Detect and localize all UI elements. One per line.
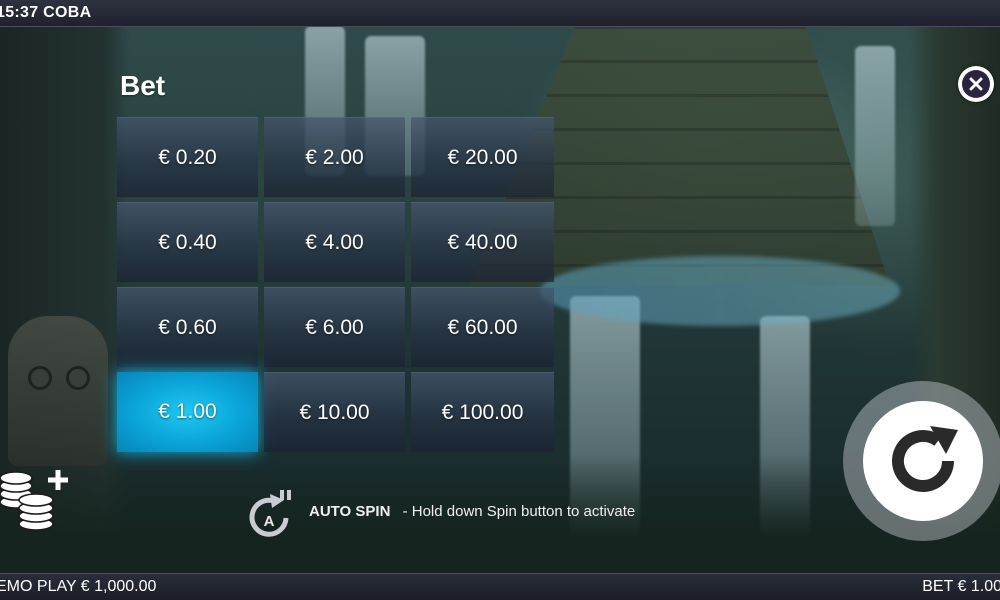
bet-options-grid: € 0.20 € 2.00 € 20.00 € 0.40 € 4.00 € 40… <box>117 117 554 452</box>
coins-add-icon <box>0 470 68 531</box>
close-button-inner <box>962 70 990 98</box>
totem-eye <box>28 366 52 390</box>
river-decoration <box>540 256 900 326</box>
bet-option-0-60[interactable]: € 0.60 <box>117 287 258 367</box>
bet-option-60-00[interactable]: € 60.00 <box>411 287 554 367</box>
waterfall-decoration <box>855 46 895 226</box>
close-icon <box>969 77 983 91</box>
totem-decoration <box>8 316 108 466</box>
status-text: 15:37 COBA <box>0 4 91 22</box>
spin-button[interactable] <box>843 381 1000 541</box>
autospin-icon: A <box>249 490 291 537</box>
game-name: COBA <box>43 4 92 21</box>
balance-text: EMO PLAY € 1,000.00 <box>0 578 157 595</box>
autospin-info: AUTO SPIN - Hold down Spin button to act… <box>309 503 635 520</box>
current-bet-text: BET € 1.00 <box>922 578 1000 595</box>
bet-option-6-00[interactable]: € 6.00 <box>264 287 405 367</box>
clock-time: 15:37 <box>0 4 39 21</box>
bet-option-10-00[interactable]: € 10.00 <box>264 372 405 452</box>
bet-option-20-00[interactable]: € 20.00 <box>411 117 554 197</box>
bottom-status-bar: EMO PLAY € 1,000.00 BET € 1.00 <box>0 573 1000 600</box>
top-status-bar: 15:37 COBA <box>0 0 1000 27</box>
autospin-icon-letter: A <box>264 513 275 530</box>
bet-option-2-00[interactable]: € 2.00 <box>264 117 405 197</box>
bet-option-100-00[interactable]: € 100.00 <box>411 372 554 452</box>
bet-option-0-40[interactable]: € 0.40 <box>117 202 258 282</box>
totem-eye <box>66 366 90 390</box>
spin-icon <box>892 426 958 492</box>
add-funds-button[interactable] <box>0 466 72 534</box>
autospin-label: AUTO SPIN <box>309 503 391 520</box>
close-button[interactable] <box>958 66 994 102</box>
spin-button-face <box>863 401 983 521</box>
autospin-indicator: A <box>244 488 294 540</box>
bet-panel-title: Bet <box>120 70 166 101</box>
bet-option-0-20[interactable]: € 0.20 <box>117 117 258 197</box>
bet-option-40-00[interactable]: € 40.00 <box>411 202 554 282</box>
bet-option-1-00[interactable]: € 1.00 <box>117 372 258 452</box>
bet-option-4-00[interactable]: € 4.00 <box>264 202 405 282</box>
autospin-hint: - Hold down Spin button to activate <box>402 503 636 520</box>
